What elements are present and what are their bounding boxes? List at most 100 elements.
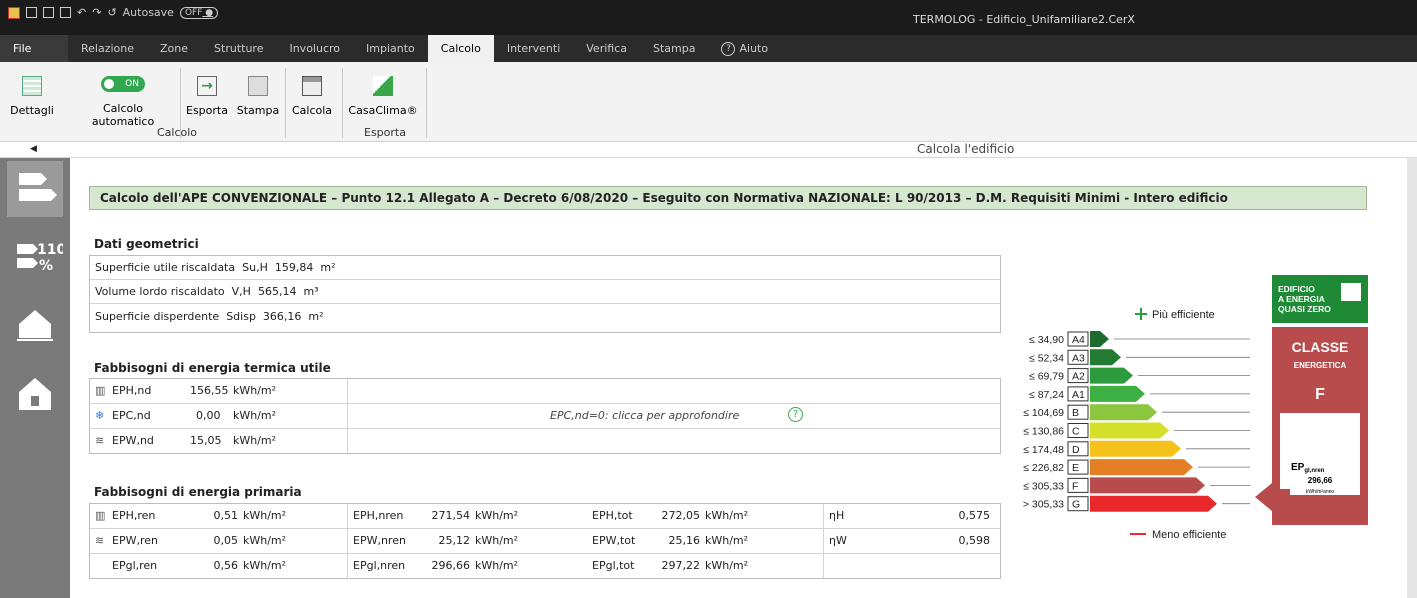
- class-letter: A1: [1072, 389, 1085, 401]
- svg-text:%: %: [39, 258, 53, 274]
- stampa-button[interactable]: Stampa: [234, 76, 282, 117]
- class-bar: [1090, 331, 1109, 347]
- epc-note-link[interactable]: EPC,nd=0: clicca per approfondire: [550, 409, 739, 422]
- calculator-icon: [302, 76, 322, 96]
- new-icon[interactable]: [26, 7, 37, 18]
- tab-interventi[interactable]: Interventi: [494, 35, 573, 62]
- calculator-grid-icon: [22, 76, 42, 96]
- svg-text:EDIFICIO: EDIFICIO: [1278, 284, 1315, 294]
- energy-class-row-a4: ≤ 34,90 A4: [1029, 331, 1250, 347]
- class-limit-label: > 305,33: [1023, 499, 1064, 511]
- svg-text:CLASSE: CLASSE: [1292, 339, 1349, 355]
- collapse-arrow-icon[interactable]: ◀: [30, 144, 37, 154]
- class-letter: C: [1072, 426, 1080, 438]
- printer-icon: [248, 76, 268, 96]
- class-limit-label: ≤ 305,33: [1023, 480, 1064, 492]
- dettagli-button[interactable]: Dettagli: [4, 76, 60, 117]
- energy-class-row-b: ≤ 104,69 B: [1023, 404, 1250, 421]
- geo-table: Superficie utile riscaldata Su,H 159,84 …: [89, 255, 1001, 333]
- energy-class-row-a3: ≤ 52,34 A3: [1029, 349, 1250, 366]
- class-limit-label: ≤ 130,86: [1023, 426, 1064, 438]
- class-limit-label: ≤ 69,79: [1029, 371, 1064, 383]
- class-letter: E: [1072, 462, 1079, 474]
- tab-involucro[interactable]: Involucro: [276, 35, 353, 62]
- open-icon[interactable]: [43, 7, 54, 18]
- tab-verifica[interactable]: Verifica: [573, 35, 640, 62]
- energy-class-row-f: ≤ 305,33 F: [1023, 477, 1250, 494]
- energy-class-row-g: > 305,33 G: [1023, 495, 1250, 512]
- casaclima-button[interactable]: CasaClima®: [346, 76, 420, 117]
- refresh-icon[interactable]: ↺: [107, 6, 116, 19]
- calcola-button[interactable]: Calcola: [289, 76, 335, 117]
- calcolo-automatico-toggle[interactable]: ON Calcolo automatico: [73, 76, 173, 128]
- class-bar: [1090, 385, 1145, 402]
- termica-table: ▥ EPH,nd 156,55 kWh/m² ❄ EPC,nd 0,00 kWh…: [89, 378, 1001, 454]
- energy-bars-icon: [19, 173, 57, 201]
- class-limit-label: ≤ 226,82: [1023, 462, 1064, 474]
- class-limit-label: ≤ 87,24: [1029, 389, 1064, 401]
- class-bar: [1090, 477, 1205, 494]
- content-header: ◀ Calcola l'edificio: [0, 142, 1417, 158]
- energy-class-row-a1: ≤ 87,24 A1: [1029, 385, 1250, 402]
- ribbon: Dettagli ON Calcolo automatico → Esporta…: [0, 62, 1417, 142]
- redo-icon[interactable]: ↷: [92, 6, 101, 19]
- app-icon: [8, 6, 20, 19]
- class-bar: [1090, 495, 1217, 512]
- calc-banner: Calcolo dell'APE CONVENZIONALE – Punto 1…: [89, 186, 1367, 210]
- esporta-button[interactable]: → Esporta: [184, 76, 230, 117]
- tab-stampa[interactable]: Stampa: [640, 35, 708, 62]
- sidebar: 110%: [0, 158, 70, 598]
- house-door-icon: [19, 378, 51, 410]
- class-limit-label: ≤ 52,34: [1029, 352, 1064, 364]
- help-circle-icon[interactable]: ?: [788, 407, 803, 422]
- class-bar: [1090, 404, 1157, 421]
- sidebar-item-ape[interactable]: [7, 161, 63, 217]
- save-icon[interactable]: [60, 7, 71, 18]
- geo-title: Dati geometrici: [94, 237, 199, 251]
- class-letter: A4: [1072, 334, 1085, 346]
- table-row: Superficie utile riscaldata Su,H 159,84 …: [90, 256, 1000, 280]
- sidebar-item-house[interactable]: [7, 364, 63, 420]
- class-bar: [1090, 367, 1133, 384]
- group-calcolo-label: Calcolo: [157, 126, 198, 139]
- sidebar-item-superbonus[interactable]: 110%: [7, 230, 66, 286]
- primaria-title: Fabbisogni di energia primaria: [94, 485, 302, 499]
- snowflake-icon: ❄: [95, 409, 105, 422]
- autosave-label: Autosave: [122, 6, 174, 19]
- scrollbar-track[interactable]: [1407, 158, 1417, 598]
- tab-calcolo[interactable]: Calcolo: [427, 35, 494, 62]
- tab-zone[interactable]: Zone: [147, 35, 201, 62]
- tab-aiuto[interactable]: ? Aiuto: [708, 35, 781, 62]
- content-title: Calcola l'edificio: [917, 142, 1015, 156]
- help-icon: ?: [721, 41, 736, 56]
- less-efficient-label: Meno efficiente: [1130, 529, 1226, 541]
- tab-relazione[interactable]: Relazione: [68, 35, 147, 62]
- energy-class-row-a2: ≤ 69,79 A2: [1029, 367, 1250, 384]
- toggle-switch-icon: ON: [101, 76, 145, 92]
- autosave-toggle[interactable]: OFF ●: [179, 6, 219, 19]
- tab-strutture[interactable]: Strutture: [201, 35, 276, 62]
- superbonus-110-icon: 110%: [17, 242, 66, 274]
- svg-text:A ENERGIA: A ENERGIA: [1278, 294, 1325, 304]
- casaclima-logo-icon: [373, 76, 393, 96]
- class-letter: B: [1072, 407, 1079, 419]
- table-row: Volume lordo riscaldato V,H 565,14 m³: [90, 280, 1000, 304]
- svg-text:QUASI ZERO: QUASI ZERO: [1278, 304, 1331, 314]
- export-arrow-icon: →: [197, 76, 217, 96]
- termica-title: Fabbisogni di energia termica utile: [94, 361, 331, 375]
- svg-text:F: F: [1315, 386, 1325, 403]
- undo-icon[interactable]: ↶: [77, 6, 86, 19]
- energy-class-row-e: ≤ 226,82 E: [1023, 459, 1250, 476]
- sidebar-item-building[interactable]: [7, 294, 63, 350]
- primaria-table: ▥ ≋ EPH,ren 0,51 kWh/m² EPH,nren 271,54 …: [89, 503, 1001, 579]
- energy-class-row-c: ≤ 130,86 C: [1023, 422, 1250, 439]
- title-bar: ↶ ↷ ↺ Autosave OFF ● TERMOLOG - Edificio…: [0, 0, 1417, 35]
- class-letter: A3: [1072, 352, 1085, 364]
- svg-text:296,66: 296,66: [1308, 476, 1333, 485]
- tab-impianto[interactable]: Impianto: [353, 35, 428, 62]
- class-bar: [1090, 440, 1181, 457]
- svg-text:ENERGETICA: ENERGETICA: [1294, 361, 1347, 370]
- more-efficient-label: Più efficiente: [1135, 308, 1215, 321]
- ribbon-tabs: File Relazione Zone Strutture Involucro …: [0, 35, 1417, 62]
- tab-file[interactable]: File: [0, 35, 68, 62]
